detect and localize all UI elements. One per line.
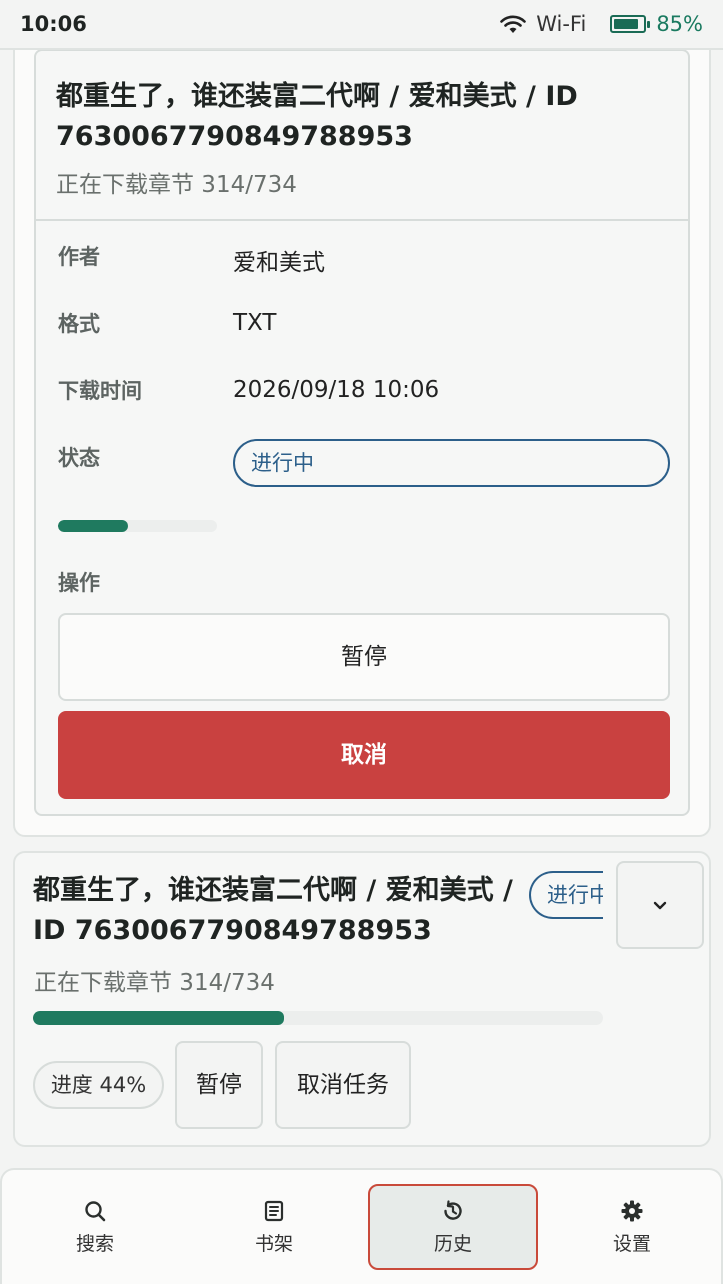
nav-item-search[interactable]: 搜索 bbox=[10, 1184, 180, 1270]
task-detail-panel: 都重生了，谁还装富二代啊 / 爱和美式 / ID 763006779084978… bbox=[34, 49, 690, 816]
download-time-value: 2026/09/18 10:06 bbox=[233, 377, 440, 403]
status-badge: 进行中 bbox=[233, 439, 670, 487]
format-label: 格式 bbox=[58, 312, 100, 336]
wifi-icon bbox=[500, 15, 527, 33]
task-card-cancel-button[interactable]: 取消任务 bbox=[275, 1041, 411, 1129]
progress-percent-badge: 进度 44% bbox=[33, 1061, 164, 1109]
nav-item-history[interactable]: 历史 bbox=[368, 1184, 538, 1270]
task-card-title: 都重生了，谁还装富二代啊 / 爱和美式 / ID 763006779084978… bbox=[33, 875, 513, 946]
battery-percent: 85% bbox=[656, 12, 703, 36]
task-card-progress-fill bbox=[33, 1011, 284, 1025]
expand-toggle-button[interactable] bbox=[616, 861, 704, 949]
history-icon bbox=[444, 1199, 462, 1220]
task-title: 都重生了，谁还装富二代啊 / 爱和美式 / ID 763006779084978… bbox=[56, 81, 578, 152]
wifi-label: Wi-Fi bbox=[536, 12, 587, 36]
actions-label: 操作 bbox=[58, 571, 100, 595]
progress-fill bbox=[58, 520, 128, 532]
search-icon bbox=[85, 1200, 106, 1221]
gear-icon bbox=[621, 1200, 643, 1221]
status-indicators: Wi-Fi 85% bbox=[500, 12, 703, 36]
battery-icon bbox=[610, 15, 651, 33]
nav-label-history: 历史 bbox=[433, 1232, 472, 1255]
author-value: 爱和美式 bbox=[233, 250, 325, 276]
cancel-button[interactable]: 取消 bbox=[58, 711, 670, 799]
task-card-pause-button[interactable]: 暂停 bbox=[175, 1041, 263, 1129]
task-card-status-badge: 进行中 bbox=[529, 871, 603, 919]
bookshelf-icon bbox=[264, 1200, 284, 1221]
nav-label-settings: 设置 bbox=[612, 1232, 651, 1255]
status-time: 10:06 bbox=[20, 12, 87, 36]
task-card-progress-bar bbox=[33, 1011, 603, 1025]
pause-button[interactable]: 暂停 bbox=[58, 613, 670, 701]
author-label: 作者 bbox=[58, 245, 100, 269]
nav-label-search: 搜索 bbox=[75, 1232, 114, 1255]
download-time-label: 下载时间 bbox=[58, 379, 142, 403]
nav-label-bookshelf: 书架 bbox=[254, 1232, 293, 1255]
task-subtitle: 正在下载章节 314/734 bbox=[56, 172, 297, 198]
chevron-down-icon bbox=[653, 901, 667, 910]
nav-item-bookshelf[interactable]: 书架 bbox=[189, 1184, 359, 1270]
progress-bar bbox=[58, 520, 217, 532]
task-card[interactable]: 都重生了，谁还装富二代啊 / 爱和美式 / ID 763006779084978… bbox=[13, 851, 711, 1147]
format-value: TXT bbox=[233, 310, 277, 336]
task-detail-header: 都重生了，谁还装富二代啊 / 爱和美式 / ID 763006779084978… bbox=[36, 51, 688, 221]
task-card-subtitle: 正在下载章节 314/734 bbox=[34, 970, 275, 996]
bottom-nav: 搜索 书架 历史 设置 bbox=[0, 1168, 723, 1284]
battery-fill bbox=[614, 19, 639, 29]
status-bar: 10:06 Wi-Fi 85% bbox=[0, 0, 723, 50]
nav-item-settings[interactable]: 设置 bbox=[547, 1184, 717, 1270]
status-label: 状态 bbox=[58, 446, 100, 470]
